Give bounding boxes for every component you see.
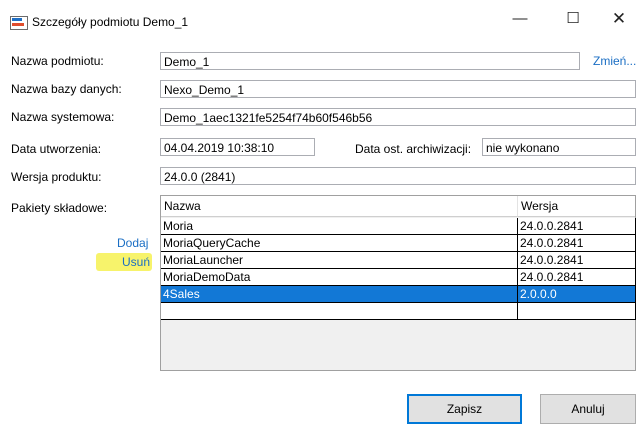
table-row[interactable]: MoriaQueryCache 24.0.0.2841 [161,235,636,252]
table-row-new[interactable] [161,303,636,320]
column-header-version[interactable]: Wersja [518,196,635,217]
package-version-cell: 24.0.0.2841 [518,252,636,269]
package-name-cell: MoriaLauncher [161,252,518,269]
entity-name-field[interactable]: Demo_1 [160,52,580,70]
system-name-label: Nazwa systemowa: [11,110,115,124]
title-bar: Szczegóły podmiotu Demo_1 — ☐ ✕ [0,0,636,40]
version-label: Wersja produktu: [11,170,102,184]
version-field[interactable]: 24.0.0 (2841) [160,167,636,185]
change-link[interactable]: Zmień... [593,54,636,68]
created-label: Data utworzenia: [11,142,102,156]
table-row[interactable]: Moria 24.0.0.2841 [161,218,636,235]
package-version-cell: 24.0.0.2841 [518,269,636,286]
db-name-field[interactable]: Nexo_Demo_1 [160,80,636,98]
package-name-cell [161,303,518,320]
package-name-cell: MoriaDemoData [161,269,518,286]
table-row[interactable]: MoriaDemoData 24.0.0.2841 [161,269,636,286]
add-package-link[interactable]: Dodaj [117,236,148,250]
db-name-label: Nazwa bazy danych: [11,82,122,96]
remove-package-link[interactable]: Usuń [122,255,150,269]
close-button[interactable]: ✕ [596,0,636,40]
package-version-cell: 24.0.0.2841 [518,218,636,235]
maximize-button[interactable]: ☐ [550,0,596,40]
window-title: Szczegóły podmiotu Demo_1 [32,15,189,29]
archive-field[interactable]: nie wykonano [482,138,636,156]
packages-grid[interactable]: Nazwa Wersja Moria 24.0.0.2841 MoriaQuer… [160,195,636,371]
app-logo-icon [10,16,28,30]
package-version-cell: 2.0.0.0 [518,286,636,303]
package-version-cell: 24.0.0.2841 [518,235,636,252]
package-name-cell: MoriaQueryCache [161,235,518,252]
column-header-name[interactable]: Nazwa [161,196,518,217]
save-button[interactable]: Zapisz [407,394,522,424]
minimize-button[interactable]: — [497,0,543,40]
created-field[interactable]: 04.04.2019 10:38:10 [160,138,315,156]
package-version-cell [518,303,636,320]
package-name-cell: 4Sales [161,286,518,303]
archive-label: Data ost. archiwizacji: [355,142,472,156]
packages-label: Pakiety składowe: [11,201,108,215]
system-name-field[interactable]: Demo_1aec1321fe5254f74b60f546b56 [160,108,636,126]
table-row-selected[interactable]: 4Sales 2.0.0.0 [161,286,636,303]
entity-name-label: Nazwa podmiotu: [11,54,104,68]
package-name-cell: Moria [161,218,518,235]
table-row[interactable]: MoriaLauncher 24.0.0.2841 [161,252,636,269]
cancel-button[interactable]: Anuluj [540,394,636,424]
